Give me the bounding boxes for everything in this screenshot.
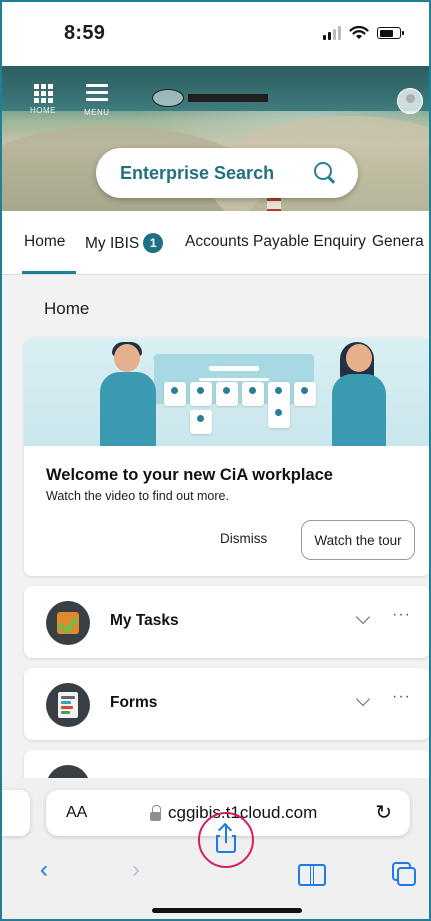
cellular-signal-icon [323, 26, 341, 40]
illustration-person [94, 342, 164, 446]
notification-badge: 1 [143, 233, 164, 253]
reload-icon[interactable]: ↻ [375, 800, 392, 825]
lock-icon [150, 805, 161, 821]
search-icon[interactable] [314, 162, 336, 184]
active-tab-indicator [22, 271, 76, 274]
home-indicator [152, 908, 302, 913]
tab-general[interactable]: Genera [372, 233, 424, 251]
header-banner: HOME MENU Enterprise Search [2, 66, 429, 211]
welcome-illustration [24, 338, 429, 446]
forms-document-icon [46, 683, 90, 727]
tabs-overview-icon[interactable] [392, 862, 416, 886]
hamburger-icon [85, 84, 108, 105]
enterprise-search-box[interactable]: Enterprise Search [96, 148, 358, 198]
menu-button[interactable]: MENU [84, 84, 110, 117]
welcome-card: Welcome to your new CiA workplace Watch … [24, 338, 429, 576]
previous-tab-preview[interactable] [2, 790, 30, 836]
menu-caption: MENU [84, 108, 110, 117]
welcome-title: Welcome to your new CiA workplace [46, 466, 333, 484]
text-size-button[interactable]: AA [66, 804, 87, 822]
tab-accounts-payable-enquiry[interactable]: Accounts Payable Enquiry [185, 233, 366, 251]
app-grid-icon [33, 84, 53, 103]
tab-label: My IBIS [85, 235, 140, 252]
tab-label: Accounts Payable Enquiry [185, 233, 366, 250]
search-label: Enterprise Search [120, 162, 275, 183]
wifi-icon [349, 26, 369, 39]
my-tasks-widget[interactable]: My Tasks ··· [24, 586, 429, 658]
forward-chevron-icon[interactable]: › [132, 856, 140, 884]
tab-home[interactable]: Home [24, 233, 65, 251]
welcome-subtitle: Watch the video to find out more. [46, 489, 229, 503]
tab-bar: Home My IBIS 1 Accounts Payable Enquiry G… [2, 211, 429, 275]
tasks-checkbox-icon [46, 601, 90, 645]
tab-label: Genera [372, 233, 424, 250]
home-caption: HOME [30, 106, 56, 115]
battery-icon [377, 27, 404, 39]
more-options-icon[interactable]: ··· [392, 606, 411, 624]
phone-frame: 8:59 HOME MENU Enterprise Search Home My… [0, 0, 431, 921]
tab-my-ibis[interactable]: My IBIS 1 [85, 233, 164, 253]
page-title: Home [44, 299, 90, 318]
back-chevron-icon[interactable]: ‹ [40, 856, 48, 884]
share-icon[interactable] [210, 822, 242, 856]
chevron-down-icon[interactable] [355, 609, 371, 625]
bookmarks-icon[interactable] [298, 864, 326, 886]
more-options-icon[interactable]: ··· [392, 688, 411, 706]
illustration-person [324, 342, 394, 446]
chevron-down-icon[interactable] [355, 691, 371, 707]
status-bar: 8:59 [2, 2, 429, 66]
user-avatar[interactable] [397, 88, 423, 114]
forms-widget[interactable]: Forms ··· [24, 668, 429, 740]
watch-tour-button[interactable]: Watch the tour [301, 520, 415, 560]
widget-title: My Tasks [110, 612, 179, 629]
home-grid-button[interactable]: HOME [30, 84, 56, 115]
widget-title: Forms [110, 694, 158, 711]
dismiss-button[interactable]: Dismiss [220, 531, 267, 546]
status-time: 8:59 [64, 22, 106, 44]
organisation-logo [152, 86, 272, 110]
tab-label: Home [24, 233, 66, 250]
status-icons [323, 26, 404, 40]
share-button-highlight[interactable] [198, 812, 254, 868]
